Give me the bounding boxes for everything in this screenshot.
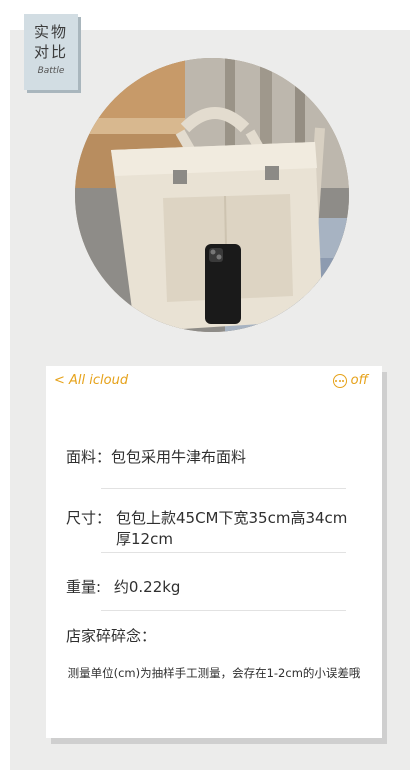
tag-line-1: 实物	[33, 23, 68, 41]
spec-value: 包包上款45CM下宽35cm高34cm 厚12cm	[116, 509, 348, 548]
spec-label: 重量:	[66, 578, 102, 596]
spec-label: 尺寸：	[66, 509, 112, 527]
tag-line-3: Battle	[37, 66, 65, 76]
comparison-tag: 实物 对比 Battle	[24, 14, 78, 90]
divider	[101, 610, 346, 611]
tag-line-2: 对比	[33, 43, 68, 61]
spec-size: 尺寸： 包包上款45CM下宽35cm高34cm 厚12cm	[66, 508, 362, 550]
tote-bag-photo-illustration	[75, 58, 349, 332]
off-label[interactable]: off	[351, 373, 368, 388]
divider	[101, 552, 346, 553]
spec-value: 约0.22kg	[113, 578, 181, 596]
more-icon[interactable]	[332, 373, 347, 388]
notes-card: < All icloud off 面料：包包采用牛津布面料 尺寸： 包包上款45…	[46, 366, 382, 738]
shop-notes-heading: 店家碎碎念：	[66, 627, 157, 645]
back-link[interactable]: < All icloud	[54, 373, 128, 388]
product-photo	[75, 58, 349, 332]
spec-fabric: 面料：包包采用牛津布面料	[66, 446, 362, 467]
header-actions: off	[332, 373, 368, 388]
spec-weight: 重量: 约0.22kg	[66, 576, 362, 597]
notes-header: < All icloud off	[46, 366, 382, 400]
spec-value: 包包采用牛津布面料	[111, 448, 247, 466]
spec-label: 面料：	[66, 448, 112, 466]
shop-notes-text: 测量单位(cm)为抽样手工测量，会存在1-2cm的小误差哦	[67, 666, 361, 680]
divider	[101, 488, 346, 489]
